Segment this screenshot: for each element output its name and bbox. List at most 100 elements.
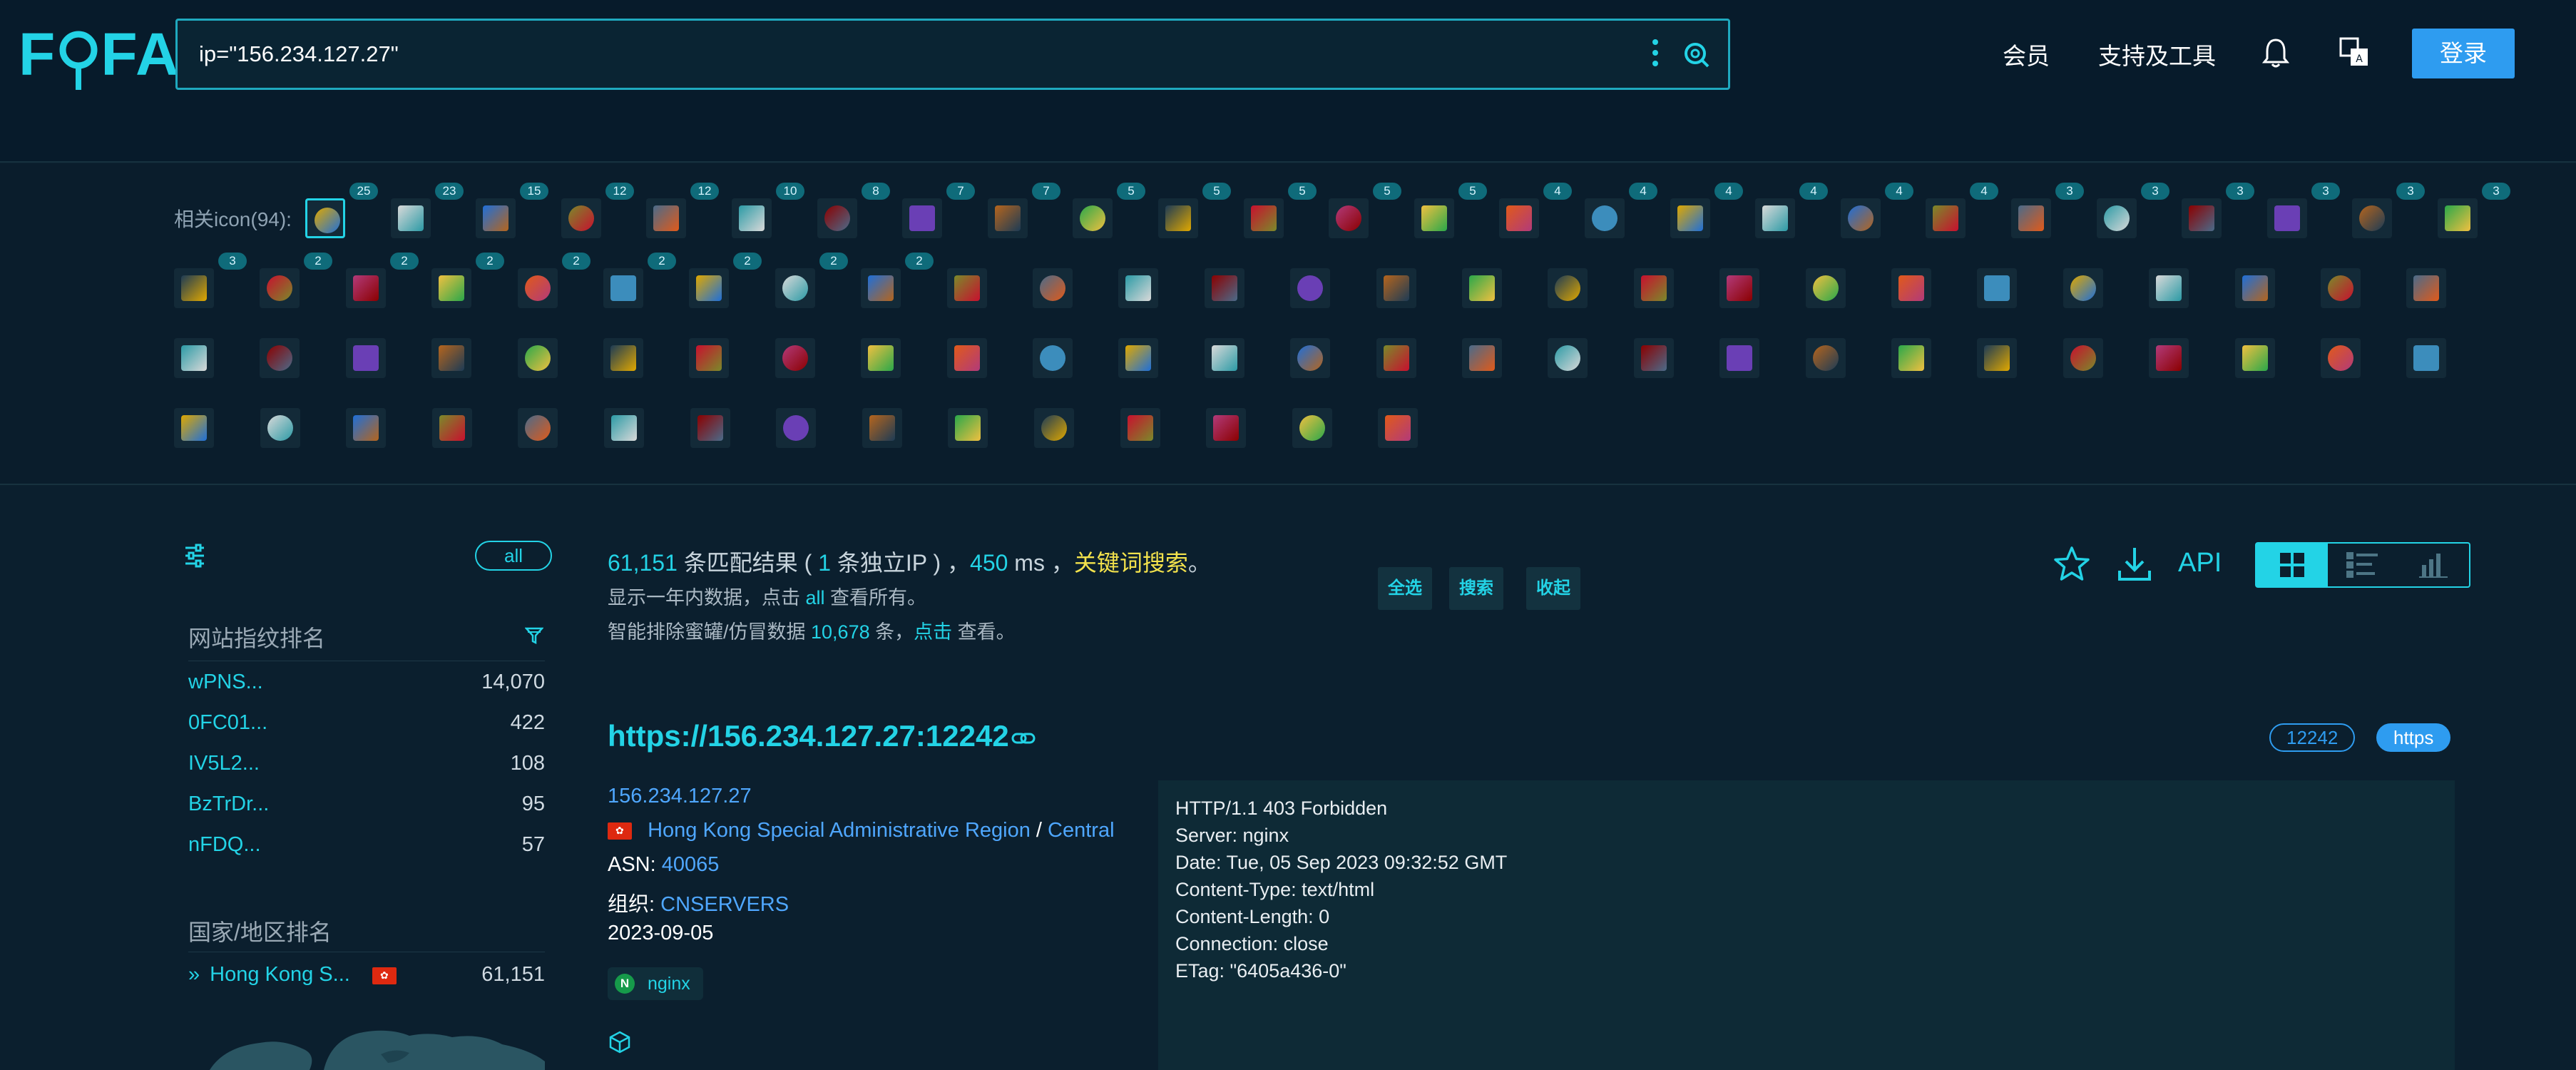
- related-icon[interactable]: [1499, 198, 1539, 238]
- related-icon[interactable]: [775, 268, 815, 308]
- related-icon[interactable]: [1977, 268, 2017, 308]
- related-icon[interactable]: [1205, 338, 1244, 378]
- related-icon[interactable]: [2011, 198, 2051, 238]
- funnel-filter-icon[interactable]: [525, 626, 543, 645]
- related-icon[interactable]: [2321, 268, 2361, 308]
- translate-icon[interactable]: A: [2339, 37, 2369, 67]
- search-icon[interactable]: [1682, 41, 1711, 69]
- related-icon[interactable]: [603, 338, 643, 378]
- related-icon[interactable]: [2321, 338, 2361, 378]
- related-icon[interactable]: [948, 408, 988, 448]
- related-icon[interactable]: [1033, 268, 1073, 308]
- related-icon[interactable]: [174, 268, 214, 308]
- related-icon[interactable]: [431, 268, 471, 308]
- related-icon[interactable]: [518, 338, 558, 378]
- related-icon[interactable]: [174, 338, 214, 378]
- related-icon[interactable]: [1158, 198, 1198, 238]
- related-icon[interactable]: [947, 338, 987, 378]
- related-icon[interactable]: [646, 198, 686, 238]
- result-url-link[interactable]: https://156.234.127.27:12242: [608, 719, 1009, 753]
- related-icon[interactable]: [1462, 338, 1502, 378]
- fingerprint-row[interactable]: 0FC01... 422: [188, 711, 545, 735]
- fingerprint-row[interactable]: wPNS... 14,070: [188, 671, 545, 694]
- view-excluded-link[interactable]: 点击: [914, 621, 952, 643]
- related-icon[interactable]: [2182, 198, 2222, 238]
- related-icon[interactable]: [2235, 338, 2275, 378]
- related-icon[interactable]: [604, 408, 644, 448]
- country-row[interactable]: » Hong Kong S... ✿ 61,151: [188, 963, 545, 987]
- related-icon[interactable]: [1290, 268, 1330, 308]
- related-icon[interactable]: [260, 338, 300, 378]
- related-icon[interactable]: [689, 268, 729, 308]
- related-icon[interactable]: [1462, 268, 1502, 308]
- grid-view-button[interactable]: [2256, 544, 2328, 586]
- search-box[interactable]: ip="156.234.127.27": [175, 19, 1730, 90]
- related-icon[interactable]: [1548, 268, 1588, 308]
- related-icon[interactable]: [1120, 408, 1160, 448]
- cube-icon[interactable]: [608, 1030, 632, 1054]
- related-icon[interactable]: [2097, 198, 2137, 238]
- related-icon[interactable]: [902, 198, 942, 238]
- fingerprint-row[interactable]: BzTrDr... 95: [188, 793, 545, 816]
- related-icon[interactable]: [1634, 268, 1674, 308]
- link-icon[interactable]: [1011, 730, 1036, 746]
- nav-member-link[interactable]: 会员: [2003, 37, 2050, 71]
- related-icon[interactable]: [2063, 338, 2103, 378]
- related-icon[interactable]: [1073, 198, 1113, 238]
- related-icon[interactable]: [432, 408, 472, 448]
- related-icon[interactable]: [1414, 198, 1454, 238]
- search-input[interactable]: ip="156.234.127.27": [199, 21, 399, 88]
- related-icon[interactable]: [431, 338, 471, 378]
- related-icon[interactable]: [260, 408, 300, 448]
- related-icon[interactable]: [1585, 198, 1625, 238]
- nav-tools-link[interactable]: 支持及工具: [2098, 37, 2216, 71]
- related-icon[interactable]: [518, 408, 558, 448]
- collapse-button[interactable]: 收起: [1526, 567, 1580, 610]
- login-button[interactable]: 登录: [2412, 29, 2515, 78]
- related-icon[interactable]: [862, 408, 902, 448]
- related-icon[interactable]: [1292, 408, 1332, 448]
- related-icon[interactable]: [1891, 338, 1931, 378]
- org-link[interactable]: CNSERVERS: [660, 893, 789, 916]
- related-icon[interactable]: [1290, 338, 1330, 378]
- related-icon[interactable]: [305, 198, 345, 238]
- protocol-badge[interactable]: https: [2376, 723, 2451, 752]
- related-icon[interactable]: [2149, 338, 2189, 378]
- star-icon[interactable]: [2053, 545, 2091, 584]
- related-icon[interactable]: [947, 268, 987, 308]
- related-icon[interactable]: [1034, 408, 1074, 448]
- icon-search-button[interactable]: 搜索: [1449, 567, 1503, 610]
- related-icon[interactable]: [1926, 198, 1966, 238]
- city-link[interactable]: Central: [1048, 819, 1115, 842]
- related-icon[interactable]: [174, 408, 214, 448]
- related-icon[interactable]: [1977, 338, 2017, 378]
- fofa-logo[interactable]: F FA: [19, 19, 180, 90]
- related-icon[interactable]: [1548, 338, 1588, 378]
- related-icon[interactable]: [2235, 268, 2275, 308]
- related-icon[interactable]: [1806, 268, 1846, 308]
- related-icon[interactable]: [776, 408, 816, 448]
- more-options-icon[interactable]: [1651, 39, 1660, 71]
- all-toggle-button[interactable]: all: [475, 541, 552, 571]
- related-icon[interactable]: [2438, 198, 2478, 238]
- related-icon[interactable]: [690, 408, 730, 448]
- asn-link[interactable]: 40065: [662, 853, 720, 876]
- server-tag[interactable]: Nnginx: [608, 967, 703, 1000]
- related-icon[interactable]: [1891, 268, 1931, 308]
- related-icon[interactable]: [1378, 408, 1418, 448]
- related-icon[interactable]: [260, 268, 300, 308]
- related-icon[interactable]: [1841, 198, 1881, 238]
- port-badge[interactable]: 12242: [2269, 723, 2356, 752]
- result-ip-link[interactable]: 156.234.127.27: [608, 785, 752, 808]
- related-icon[interactable]: [2267, 198, 2307, 238]
- region-link[interactable]: Hong Kong Special Administrative Region: [648, 819, 1031, 842]
- related-icon[interactable]: [2149, 268, 2189, 308]
- related-icon[interactable]: [346, 338, 386, 378]
- related-icon[interactable]: [2406, 338, 2446, 378]
- related-icon[interactable]: [775, 338, 815, 378]
- related-icon[interactable]: [476, 198, 516, 238]
- related-icon[interactable]: [1719, 268, 1759, 308]
- related-icon[interactable]: [1376, 268, 1416, 308]
- related-icon[interactable]: [1206, 408, 1246, 448]
- select-all-button[interactable]: 全选: [1378, 567, 1432, 610]
